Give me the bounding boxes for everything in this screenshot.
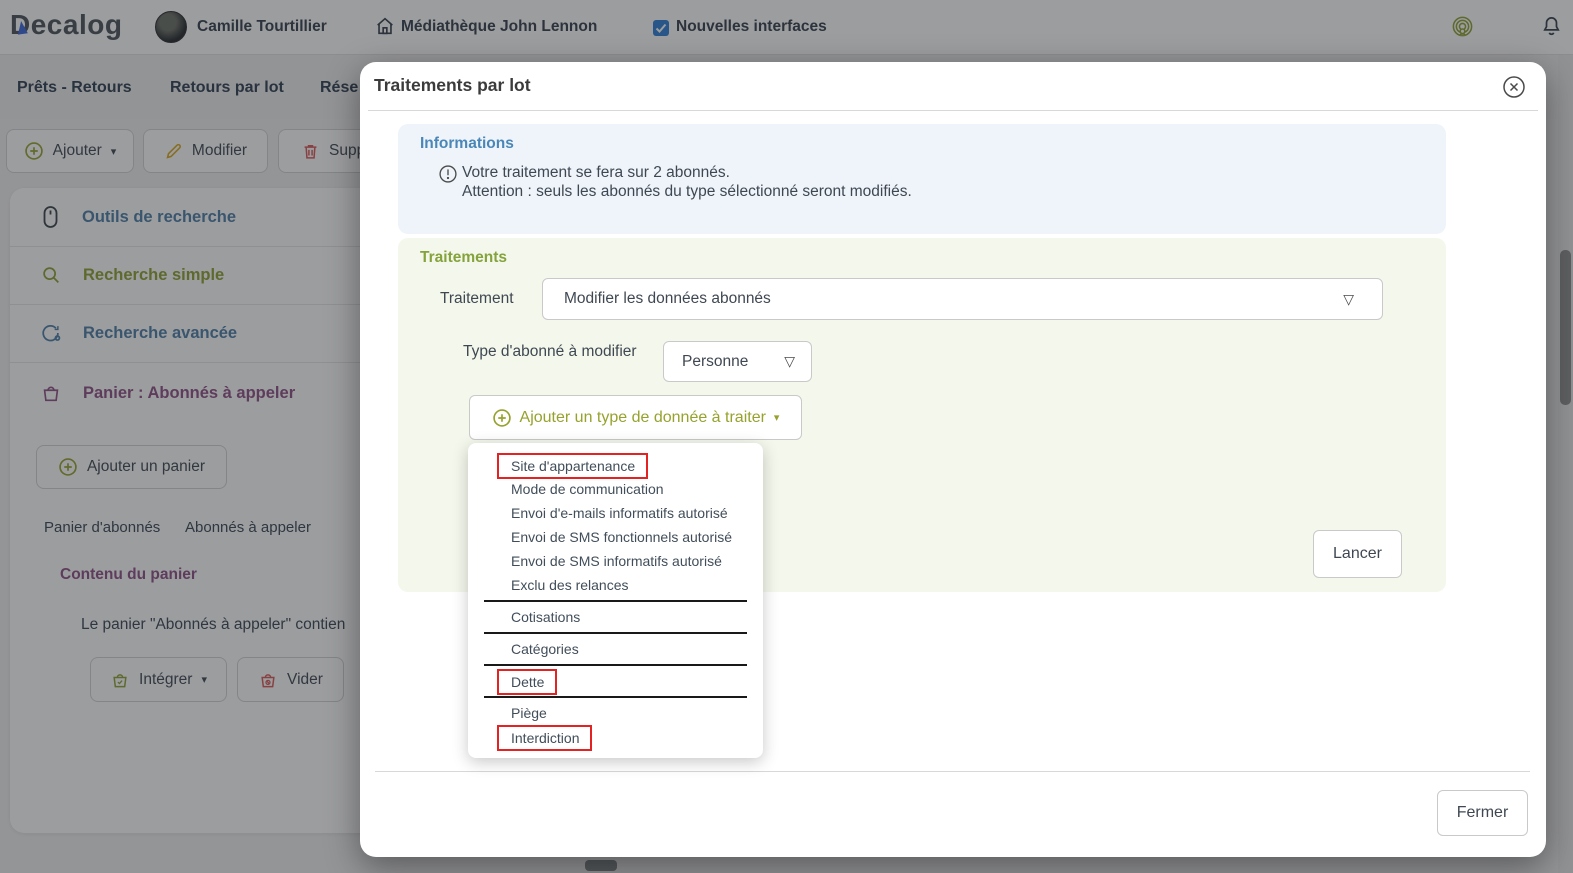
menu-item-envoi-sms-informatifs[interactable]: Envoi de SMS informatifs autorisé (468, 549, 763, 573)
menu-divider (484, 664, 747, 666)
batch-processing-modal: Traitements par lot Informations Votre t… (360, 62, 1546, 857)
menu-item-interdiction[interactable]: Interdiction (468, 725, 763, 751)
footer-divider (375, 771, 1530, 772)
info-line-2: Attention : seuls les abonnés du type sé… (462, 183, 912, 200)
menu-item-label: Piège (511, 705, 547, 721)
treatments-heading: Traitements (420, 249, 508, 266)
menu-item-label: Exclu des relances (511, 577, 629, 593)
treatment-select[interactable]: Modifier les données abonnés ▽ (542, 278, 1383, 320)
caret-down-icon: ▾ (773, 412, 780, 424)
info-line-1: Votre traitement se fera sur 2 abonnés. (462, 164, 730, 181)
treatment-select-value: Modifier les données abonnés (564, 290, 771, 307)
close-icon[interactable] (1502, 75, 1526, 99)
menu-item-label: Mode de communication (511, 481, 664, 497)
menu-item-site-appartenance[interactable]: Site d'appartenance (468, 453, 763, 479)
menu-item-envoi-emails[interactable]: Envoi d'e-mails informatifs autorisé (468, 501, 763, 525)
menu-divider (484, 632, 747, 634)
data-type-dropdown-menu: Site d'appartenance Mode de communicatio… (468, 443, 763, 758)
menu-item-exclu-relances[interactable]: Exclu des relances (468, 573, 763, 597)
menu-item-label: Cotisations (511, 609, 581, 625)
select-arrow-icon: ▽ (1343, 290, 1354, 307)
launch-button[interactable]: Lancer (1313, 530, 1402, 578)
title-divider (368, 110, 1538, 111)
menu-item-dette[interactable]: Dette (468, 669, 763, 695)
menu-item-envoi-sms-fonctionnels[interactable]: Envoi de SMS fonctionnels autorisé (468, 525, 763, 549)
menu-item-mode-communication[interactable]: Mode de communication (468, 477, 763, 501)
modal-title: Traitements par lot (374, 75, 531, 95)
subscriber-type-select[interactable]: Personne ▽ (663, 341, 812, 382)
menu-item-label: Catégories (511, 641, 579, 657)
informations-panel: Informations Votre traitement se fera su… (398, 124, 1446, 234)
highlight-box: Interdiction (497, 725, 593, 751)
launch-button-label: Lancer (1333, 545, 1382, 562)
subscriber-type-value: Personne (682, 352, 749, 370)
treatment-label: Traitement (440, 290, 514, 307)
menu-item-piege[interactable]: Piège (468, 701, 763, 725)
select-arrow-icon: ▽ (784, 353, 795, 369)
subscriber-type-label: Type d'abonné à modifier (463, 343, 637, 360)
plus-circle-icon (492, 408, 512, 428)
info-circle-icon (438, 164, 458, 184)
menu-item-label: Envoi de SMS informatifs autorisé (511, 553, 722, 569)
informations-heading: Informations (420, 135, 514, 152)
highlight-box: Site d'appartenance (497, 453, 649, 479)
menu-item-cotisations[interactable]: Cotisations (468, 605, 763, 629)
menu-item-label: Envoi de SMS fonctionnels autorisé (511, 529, 733, 545)
highlight-box: Dette (497, 669, 558, 695)
menu-item-label: Envoi d'e-mails informatifs autorisé (511, 505, 728, 521)
menu-divider (484, 600, 747, 602)
add-data-type-button[interactable]: Ajouter un type de donnée à traiter ▾ (469, 395, 802, 440)
menu-item-categories[interactable]: Catégories (468, 637, 763, 661)
close-modal-button[interactable]: Fermer (1437, 790, 1528, 836)
add-data-type-label: Ajouter un type de donnée à traiter (519, 408, 766, 426)
close-modal-label: Fermer (1456, 804, 1509, 821)
menu-divider (484, 696, 747, 698)
